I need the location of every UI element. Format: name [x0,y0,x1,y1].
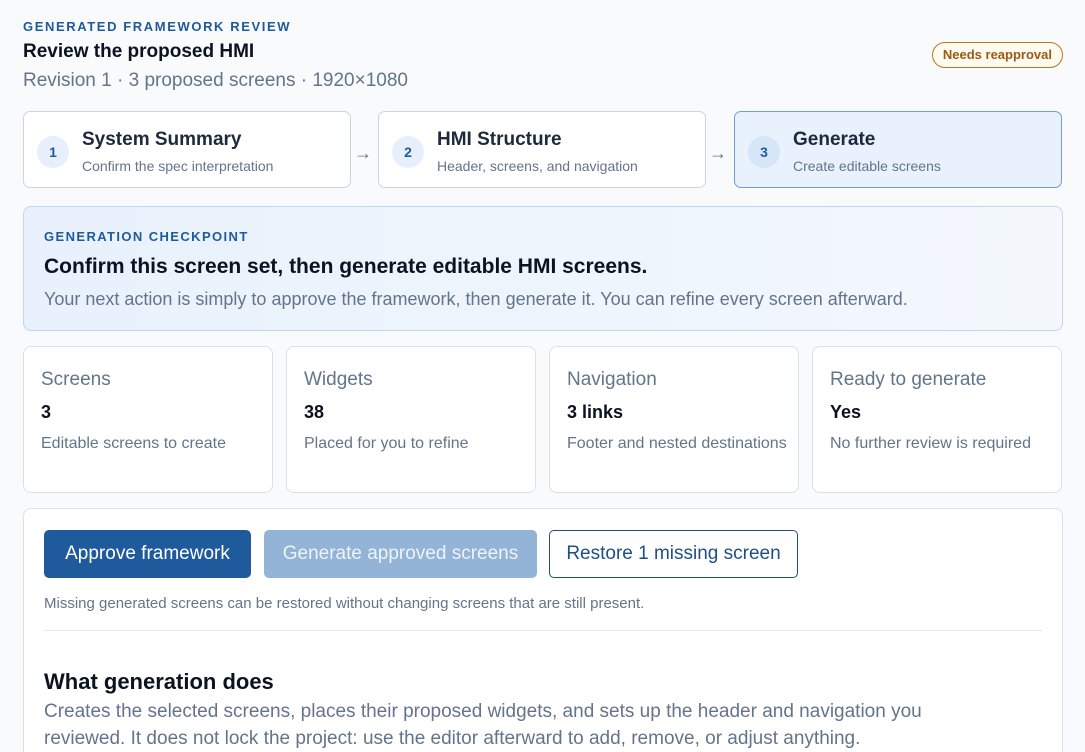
page-subtitle: Revision 1 · 3 proposed screens · 1920×1… [23,70,408,91]
generation-checkpoint: GENERATION CHECKPOINT Confirm this scree… [23,206,1063,331]
stat-card-ready: Ready to generate Yes No further review … [812,346,1062,493]
stat-description: Footer and nested destinations [567,435,787,452]
step-title: Generate [793,129,876,150]
page-eyebrow: GENERATED FRAMEWORK REVIEW [23,19,292,34]
stat-value: 3 links [567,402,624,422]
step-title: System Summary [82,129,242,150]
step-subtitle: Confirm the spec interpretation [82,158,274,174]
step-number: 2 [392,136,424,168]
step-subtitle: Create editable screens [793,158,941,174]
stat-value: Yes [830,402,862,422]
arrow-right-icon: → [354,143,372,163]
stat-value: 3 [41,402,52,422]
checkpoint-description: Your next action is simply to approve th… [44,289,908,309]
step-system-summary[interactable]: 1 System Summary Confirm the spec interp… [23,111,351,188]
stat-value: 38 [304,402,325,422]
stat-label: Widgets [304,369,373,390]
step-generate[interactable]: 3 Generate Create editable screens [734,111,1062,188]
step-subtitle: Header, screens, and navigation [437,158,638,174]
status-badge: Needs reapproval [931,42,1063,68]
checkpoint-eyebrow: GENERATION CHECKPOINT [44,229,249,244]
stepper: 1 System Summary Confirm the spec interp… [23,111,1063,188]
approve-framework-button[interactable]: Approve framework [44,530,251,578]
step-number: 1 [37,136,69,168]
step-hmi-structure[interactable]: 2 HMI Structure Header, screens, and nav… [378,111,706,188]
step-title: HMI Structure [437,129,562,150]
section-title: What generation does [44,669,274,694]
page-title: Review the proposed HMI [23,41,255,62]
stat-description: Editable screens to create [41,435,226,452]
actions-note: Missing generated screens can be restore… [44,595,645,612]
generate-screens-button[interactable]: Generate approved screens [264,530,537,578]
stat-card-widgets: Widgets 38 Placed for you to refine [286,346,536,493]
arrow-right-icon: → [709,143,727,163]
stat-description: Placed for you to refine [304,435,469,452]
divider [44,630,1042,631]
restore-screen-button[interactable]: Restore 1 missing screen [549,530,798,578]
actions-panel: Approve framework Generate approved scre… [23,508,1063,752]
section-body: Creates the selected screens, places the… [44,701,922,749]
stat-label: Ready to generate [830,369,987,390]
stat-label: Navigation [567,369,657,390]
stat-card-navigation: Navigation 3 links Footer and nested des… [549,346,799,493]
stat-card-screens: Screens 3 Editable screens to create [23,346,273,493]
step-number: 3 [748,136,780,168]
stat-description: No further review is required [830,435,1031,452]
stat-label: Screens [41,369,111,390]
checkpoint-title: Confirm this screen set, then generate e… [44,255,648,278]
